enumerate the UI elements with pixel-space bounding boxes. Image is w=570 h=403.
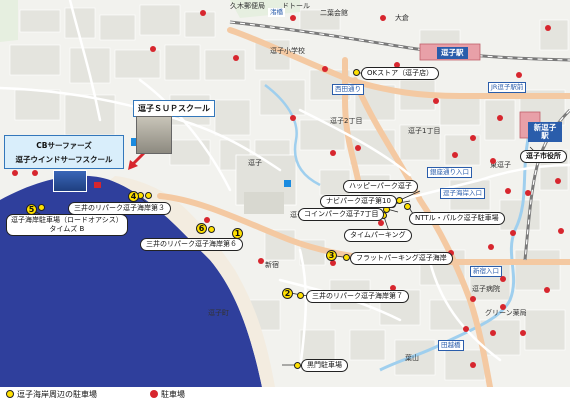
parking-red[interactable] (463, 326, 469, 332)
label-zushi-kaigan-iriguchi: 逗子海岸入口 (440, 188, 485, 199)
cb-surfers-line1: CBサーファーズ (36, 141, 92, 150)
tag-mitsui-6[interactable]: 三井のリパーク逗子海岸第６ (140, 238, 243, 251)
parking-dot-ok-store[interactable] (353, 69, 360, 76)
parking-red[interactable] (555, 178, 561, 184)
parking-dot-mitsui3-b[interactable] (145, 192, 152, 199)
area-map[interactable]: 久木郵便局 ドトール 二葉会館 大倉 逗子小学校 逗子 逗子3丁目 逗子2丁目 … (0, 0, 570, 403)
tag-ok-store[interactable]: OKストア（逗子店） (361, 67, 440, 80)
parking-red[interactable] (558, 228, 564, 234)
parking-red[interactable] (525, 190, 531, 196)
parking-red[interactable] (516, 72, 522, 78)
tag-navi-park-10[interactable]: ナビパーク逗子第10 (320, 195, 397, 208)
label-hospital: 逗子病院 (472, 285, 500, 293)
legend-yellow-swatch (6, 390, 14, 398)
parking-red[interactable] (497, 115, 503, 121)
parking-red[interactable] (545, 25, 551, 31)
parking-dot-mitsui7[interactable] (297, 292, 304, 299)
label-ginza-dori-iriguchi: 銀座通り入口 (427, 167, 472, 178)
parking-red[interactable] (490, 330, 496, 336)
label-tagoe: 田越橋 (438, 340, 464, 351)
legend-yellow: 逗子海岸周辺の駐車場 (6, 390, 97, 400)
parking-red[interactable] (378, 220, 384, 226)
cb-surfers-photo (53, 170, 87, 192)
tag-happy-park[interactable]: ハッピーパーク逗子 (343, 180, 418, 193)
parking-red[interactable] (290, 115, 296, 121)
station-shinzushi[interactable]: 新逗子駅 (528, 122, 562, 142)
parking-red[interactable] (500, 304, 506, 310)
label-yoshiwara: 葉山 (405, 354, 419, 362)
parking-dot-roadoasis[interactable] (38, 204, 45, 211)
label-jr-zushi-ekimae: JR逗子駅前 (488, 82, 527, 93)
parking-red[interactable] (520, 330, 526, 336)
label-kuki-road: 渚橋 (268, 8, 285, 17)
label-machi: 逗子町 (208, 309, 229, 317)
parking-red[interactable] (95, 182, 101, 188)
tag-kuromon[interactable]: 黒門駐車場 (301, 359, 348, 372)
label-nikai: 二葉会館 (320, 9, 348, 17)
legend: 逗子海岸周辺の駐車場 駐車場 (0, 387, 570, 403)
parking-dot-happy[interactable] (396, 197, 403, 204)
parking-red[interactable] (330, 150, 336, 156)
marker-6[interactable]: 6 (196, 223, 207, 234)
parking-dot-flat[interactable] (343, 254, 350, 261)
tag-roadoasis-line2: タイムズ B (49, 225, 85, 233)
tag-roadoasis[interactable]: 逗子海岸駐車場（ロードオアシス） タイムズ B (6, 214, 128, 236)
legend-yellow-label: 逗子海岸周辺の駐車場 (17, 390, 97, 399)
parking-red[interactable] (490, 158, 496, 164)
parking-red[interactable] (380, 15, 386, 21)
parking-red[interactable] (32, 170, 38, 176)
label-dotto: ドトール (282, 2, 310, 10)
label-shinjuku-iriguchi: 新宿入口 (470, 266, 502, 277)
label-nishida-dori: 西田通り (332, 84, 364, 95)
label-kotsu: 逗子 (248, 159, 262, 167)
cb-surfers-line2: 逗子ウインドサーフスクール (15, 155, 113, 164)
parking-red[interactable] (204, 217, 210, 223)
parking-red[interactable] (150, 46, 156, 52)
parking-red[interactable] (510, 230, 516, 236)
tag-mitsui-7[interactable]: 三井のリパーク逗子海岸第７ (306, 290, 409, 303)
label-daiei: 大倉 (395, 14, 409, 22)
marker-4[interactable]: 4 (128, 191, 139, 202)
parking-red[interactable] (433, 98, 439, 104)
cb-surfers-box[interactable]: CBサーファーズ 逗子ウインドサーフスクール (4, 135, 124, 169)
parking-red[interactable] (200, 10, 206, 16)
legend-red-swatch (150, 390, 158, 398)
label-kuki: 久木郵便局 (230, 2, 265, 10)
label-school: 逗子小学校 (270, 47, 305, 55)
parking-red[interactable] (258, 258, 264, 264)
parking-red[interactable] (12, 170, 18, 176)
parking-dot-6[interactable] (208, 226, 215, 233)
parking-red[interactable] (233, 55, 239, 61)
label-shinjuku: 新宿 (265, 261, 279, 269)
sup-school-photo (136, 116, 172, 154)
parking-dot-kuromon[interactable] (294, 362, 301, 369)
label-zushi1: 逗子1丁目 (408, 127, 441, 135)
city-hall-label[interactable]: 逗子市役所 (520, 150, 567, 163)
parking-red[interactable] (470, 296, 476, 302)
parking-red[interactable] (500, 276, 506, 282)
parking-red[interactable] (452, 152, 458, 158)
tag-flat-parking[interactable]: フラットパーキング逗子海岸 (350, 252, 453, 265)
parking-red[interactable] (470, 362, 476, 368)
tag-ntt-parking[interactable]: NTTル・パルク逗子駐車場 (409, 212, 505, 225)
tag-roadoasis-line1: 逗子海岸駐車場（ロードオアシス） (11, 216, 123, 224)
station-zushi[interactable]: 逗子駅 (437, 47, 468, 59)
parking-red[interactable] (544, 287, 550, 293)
parking-red[interactable] (505, 188, 511, 194)
legend-red-label: 駐車場 (161, 390, 185, 399)
label-zushi2: 逗子2丁目 (330, 117, 363, 125)
marker-2[interactable]: 2 (282, 288, 293, 299)
marker-3[interactable]: 3 (326, 250, 337, 261)
parking-red[interactable] (355, 145, 361, 151)
label-green: グリーン薬局 (485, 309, 527, 317)
tag-time-parking[interactable]: タイムパーキング (344, 229, 412, 242)
parking-dot-ntt[interactable] (404, 203, 411, 210)
parking-red[interactable] (322, 66, 328, 72)
parking-red[interactable] (290, 15, 296, 21)
tag-coin-park-7[interactable]: コインパーク逗子7丁目 (298, 208, 385, 221)
parking-red[interactable] (488, 244, 494, 250)
sup-school-label[interactable]: 逗子ＳＵＰスクール (133, 100, 215, 117)
parking-red[interactable] (470, 135, 476, 141)
legend-red: 駐車場 (150, 390, 185, 400)
